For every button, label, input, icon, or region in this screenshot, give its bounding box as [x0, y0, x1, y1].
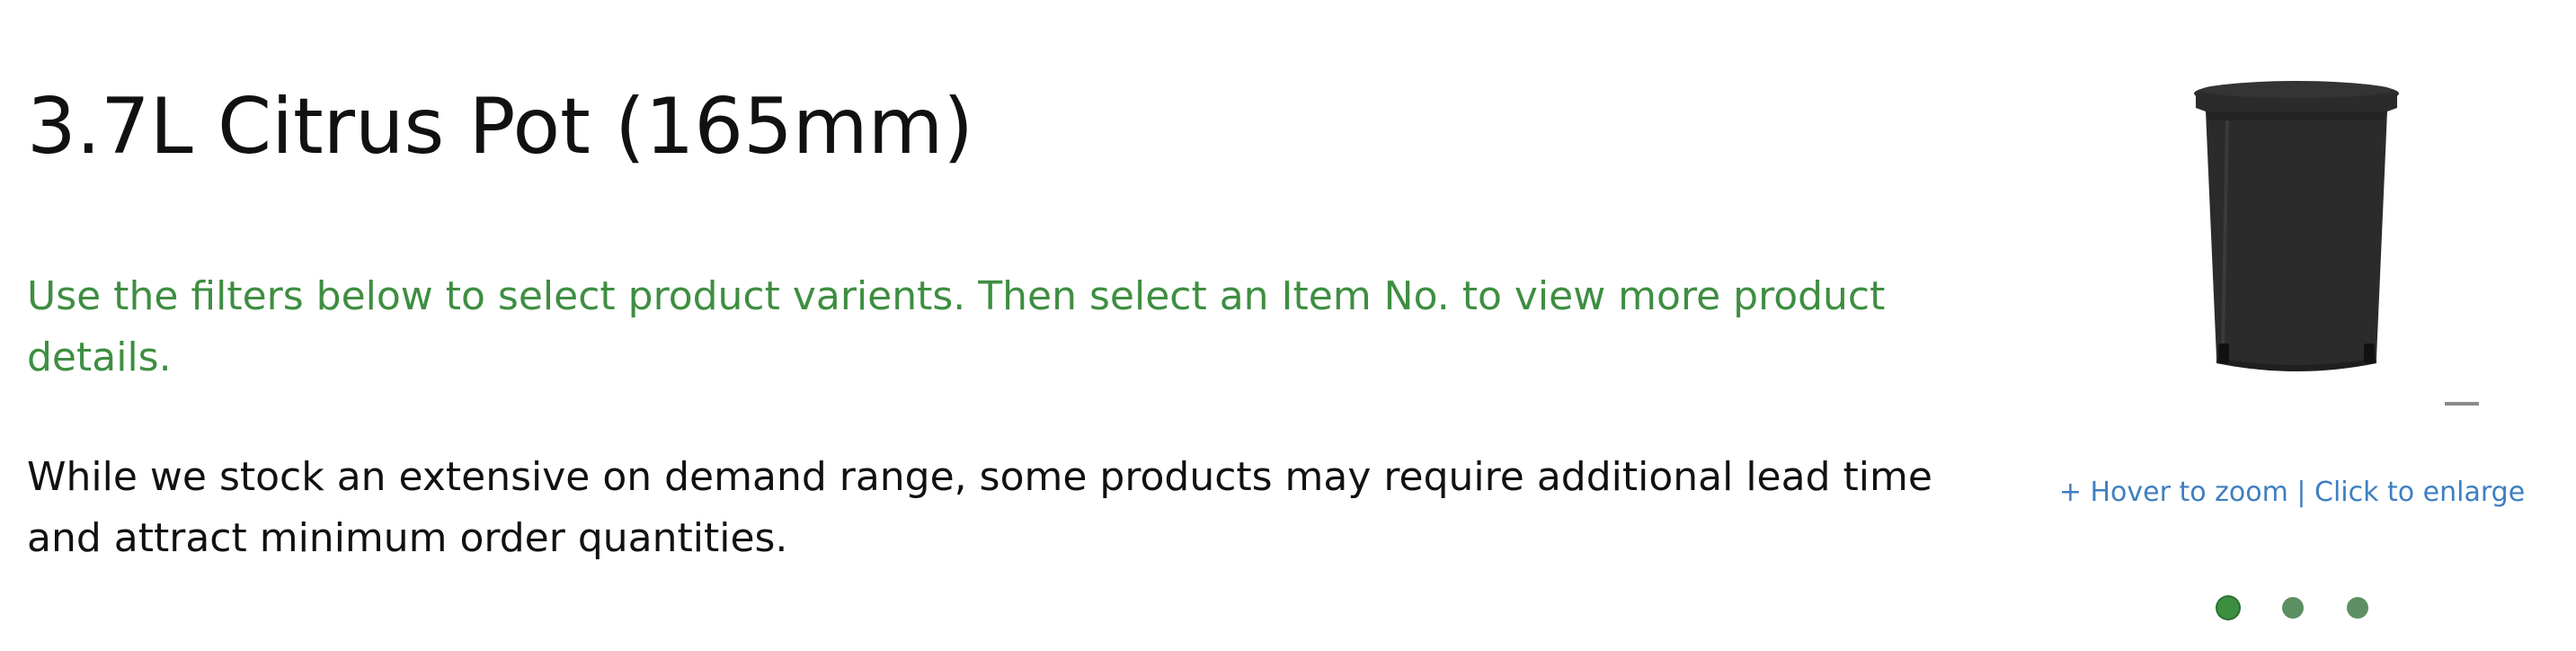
slide-dot-3[interactable]: [2347, 597, 2368, 619]
product-image[interactable]: [2193, 77, 2400, 383]
image-divider-mark: [2445, 402, 2479, 406]
filter-instructions: Use the filters below to select product …: [27, 273, 1886, 380]
slide-dot-2[interactable]: [2282, 597, 2304, 619]
stock-notice: While we stock an extensive on demand ra…: [27, 454, 1932, 561]
product-image-gallery: + Hover to zoom | Click to enlarge: [2013, 0, 2576, 651]
slide-indicators: [2217, 597, 2368, 619]
zoom-hint-link[interactable]: + Hover to zoom | Click to enlarge: [2013, 477, 2571, 508]
product-title: 3.7L Citrus Pot (165mm): [27, 82, 973, 172]
black-pot-image-icon: [2194, 81, 2399, 371]
slide-dot-1[interactable]: [2217, 597, 2239, 619]
